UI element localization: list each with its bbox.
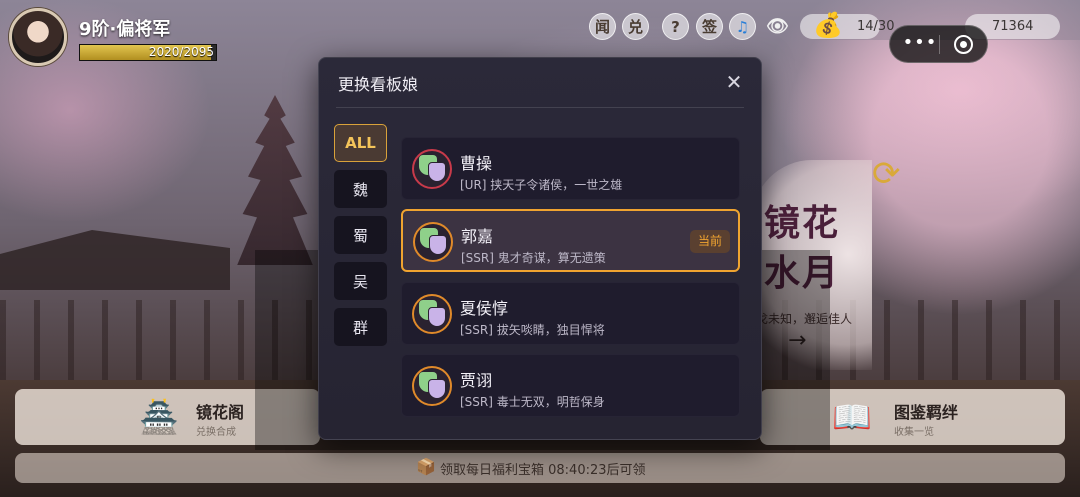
character-item[interactable]: 郭嘉 [SSR] 鬼才奇谋，算无遗策 当前	[401, 209, 740, 272]
refresh-icon[interactable]: ⟳	[872, 154, 901, 194]
more-menu-icon[interactable]: •••	[902, 26, 938, 62]
modal-title: 更换看板娘	[338, 75, 419, 94]
character-item[interactable]: 贾诩 [SSR] 毒士无双，明哲保身	[401, 354, 740, 417]
exp-text: 2020/2095	[148, 45, 214, 59]
character-name: 曹操	[460, 154, 493, 173]
character-desc: [UR] 挟天子令诸侯，一世之雄	[460, 178, 623, 192]
change-character-modal: 更换看板娘 ✕ ALL 魏 蜀 吴 群 曹操 [UR] 挟天子令诸侯，一世之雄 …	[318, 57, 762, 440]
daily-reward-text: 领取每日福利宝箱 08:40:23后可领	[440, 463, 646, 478]
close-miniapp-icon[interactable]	[954, 35, 973, 54]
character-item[interactable]: 夏侯惇 [SSR] 拔矢啖睛，独目悍将	[401, 282, 740, 345]
character-item[interactable]: 曹操 [UR] 挟天子令诸侯，一世之雄	[401, 137, 740, 200]
miniapp-capsule: •••	[889, 25, 988, 63]
character-name: 夏侯惇	[460, 299, 509, 318]
player-rank: 9阶·偏将军	[79, 19, 171, 40]
filter-tab-wei[interactable]: 魏	[334, 170, 387, 208]
character-mask-icon	[413, 222, 453, 262]
filter-tab-shu[interactable]: 蜀	[334, 216, 387, 254]
card-title: 镜花阁	[196, 403, 245, 422]
book-icon: 📖	[832, 398, 872, 436]
character-list: 曹操 [UR] 挟天子令诸侯，一世之雄 郭嘉 [SSR] 鬼才奇谋，算无遗策 当…	[401, 137, 742, 427]
character-name: 郭嘉	[461, 227, 494, 246]
character-mask-icon	[412, 149, 452, 189]
character-mask-icon	[412, 294, 452, 334]
card-title: 图鉴羁绊	[894, 403, 959, 422]
chest-icon: 📦	[416, 457, 436, 476]
filter-tab-all[interactable]: ALL	[334, 124, 387, 162]
character-mask-icon	[412, 366, 452, 406]
character-desc: [SSR] 毒士无双，明哲保身	[460, 395, 605, 409]
pavilion-icon: 🏯	[139, 398, 179, 436]
card-subtitle: 收集一览	[894, 427, 934, 438]
filter-tab-wu[interactable]: 吴	[334, 262, 387, 300]
current-badge: 当前	[689, 230, 730, 253]
filter-tab-qun[interactable]: 群	[334, 308, 387, 346]
exp-bar: 2020/2095	[79, 44, 217, 61]
close-icon[interactable]: ✕	[720, 68, 748, 96]
news-icon[interactable]: 闻	[589, 13, 616, 40]
character-name: 贾诩	[460, 371, 493, 390]
card-subtitle: 兑换合成	[196, 427, 236, 438]
checkin-icon[interactable]: 签	[696, 13, 723, 40]
eye-icon[interactable]: 👁	[764, 13, 791, 40]
exchange-icon[interactable]: 兑	[622, 13, 649, 40]
pouch-icon: 💰	[813, 11, 843, 39]
music-icon[interactable]: ♫	[729, 13, 756, 40]
help-icon[interactable]: ?	[662, 13, 689, 40]
character-desc: [SSR] 拔矢啖睛，独目悍将	[460, 323, 605, 337]
modal-divider	[336, 107, 744, 108]
player-avatar[interactable]	[9, 8, 67, 66]
capsule-divider	[939, 35, 940, 54]
character-desc: [SSR] 鬼才奇谋，算无遗策	[461, 251, 606, 265]
daily-reward-bar[interactable]: 📦 领取每日福利宝箱 08:40:23后可领	[15, 453, 1065, 483]
